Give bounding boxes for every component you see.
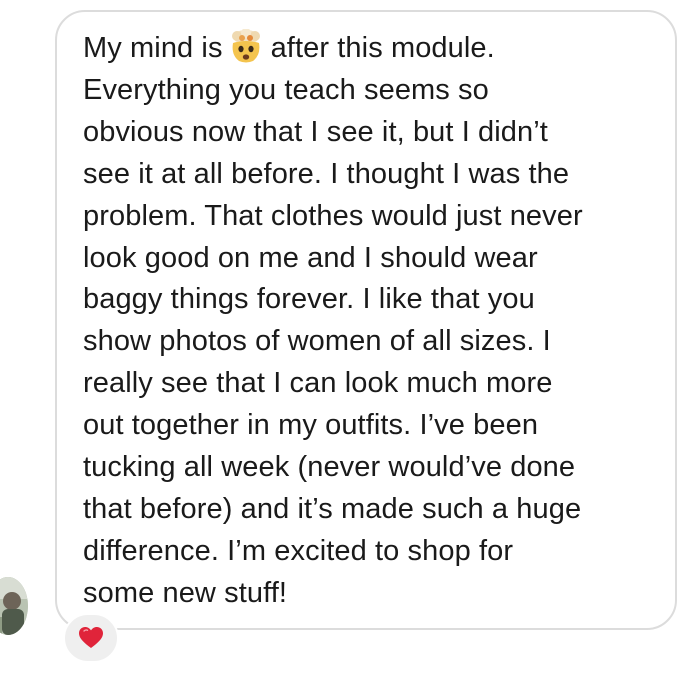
message-line: see it at all before. I thought I was th… [83,157,570,190]
message-line: problem. That clothes would just never [83,199,583,232]
message-text-before-emoji: My mind is [83,32,223,64]
message-line: Everything you teach seems so [83,73,489,106]
exploding-head-emoji [227,28,265,63]
message-line: really see that I can look much more [83,367,553,400]
message-line: that before) and it’s made such a huge [83,492,582,525]
message-line: show photos of women of all sizes. I [83,325,551,358]
message-line: out together in my outfits. I’ve been [83,409,539,442]
message-line: look good on me and I should wear [83,241,538,274]
message-line: My mind is after this module. [83,28,663,70]
reaction-badge[interactable] [63,613,119,663]
message-line: difference. I’m excited to shop for [83,534,514,567]
message-line: tucking all week (never would’ve done [83,451,576,484]
avatar-photo [0,577,28,635]
heart-icon [79,627,103,648]
sender-avatar[interactable] [0,577,28,635]
message-line: baggy things forever. I like that you [83,283,535,316]
message-text: My mind is after this module. Everything… [83,28,663,615]
message-text-after-emoji: after this module. [270,32,495,64]
message-line: obvious now that I see it, but I didn’t [83,115,548,148]
message-line: some new stuff! [83,576,288,609]
